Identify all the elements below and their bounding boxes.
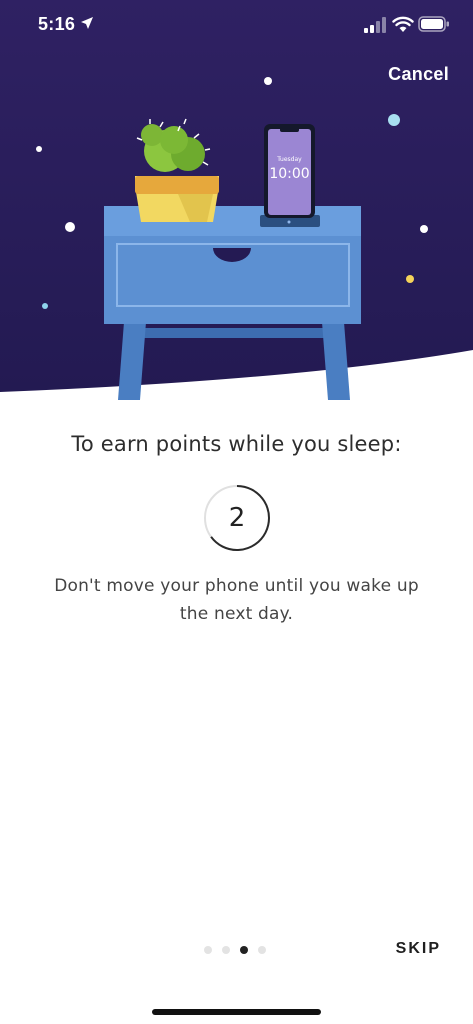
status-time: 5:16 bbox=[38, 14, 76, 34]
home-indicator[interactable] bbox=[152, 1009, 321, 1015]
step-countdown: 2 bbox=[202, 483, 272, 553]
status-bar: 5:16 bbox=[0, 0, 473, 50]
battery-icon bbox=[418, 16, 449, 32]
step-number: 2 bbox=[228, 503, 246, 533]
skip-button[interactable]: SKIP bbox=[396, 940, 441, 958]
page-dot bbox=[258, 946, 266, 954]
page-indicator bbox=[204, 946, 266, 956]
page-dot-active bbox=[240, 946, 248, 954]
page-dot bbox=[204, 946, 212, 954]
phone-clock-label: 10:00 bbox=[269, 166, 309, 182]
onboarding-heading: To earn points while you sleep: bbox=[71, 432, 402, 456]
cancel-button[interactable]: Cancel bbox=[388, 64, 449, 85]
instruction-text: Don't move your phone until you wake up … bbox=[54, 576, 419, 624]
location-arrow-icon bbox=[81, 17, 93, 29]
wifi-icon bbox=[392, 16, 414, 32]
phone-day-label: Tuesday bbox=[276, 156, 302, 163]
page-dot bbox=[222, 946, 230, 954]
cellular-signal-icon bbox=[364, 17, 386, 33]
phone-on-stand: Tuesday 10:00 bbox=[260, 124, 320, 227]
night-illustration: Tuesday 10:00 bbox=[0, 0, 473, 400]
nightstand bbox=[104, 206, 361, 324]
